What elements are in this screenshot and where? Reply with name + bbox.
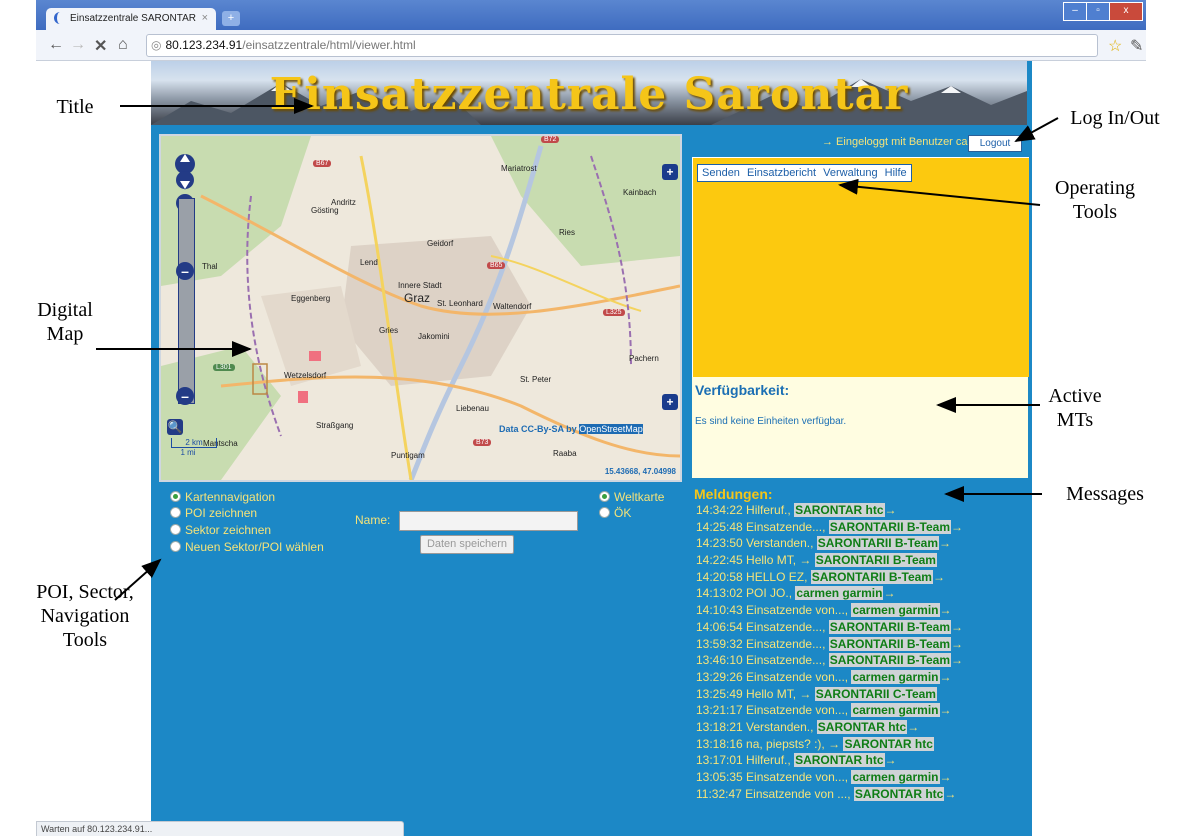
annotation-arrows <box>96 98 1059 601</box>
